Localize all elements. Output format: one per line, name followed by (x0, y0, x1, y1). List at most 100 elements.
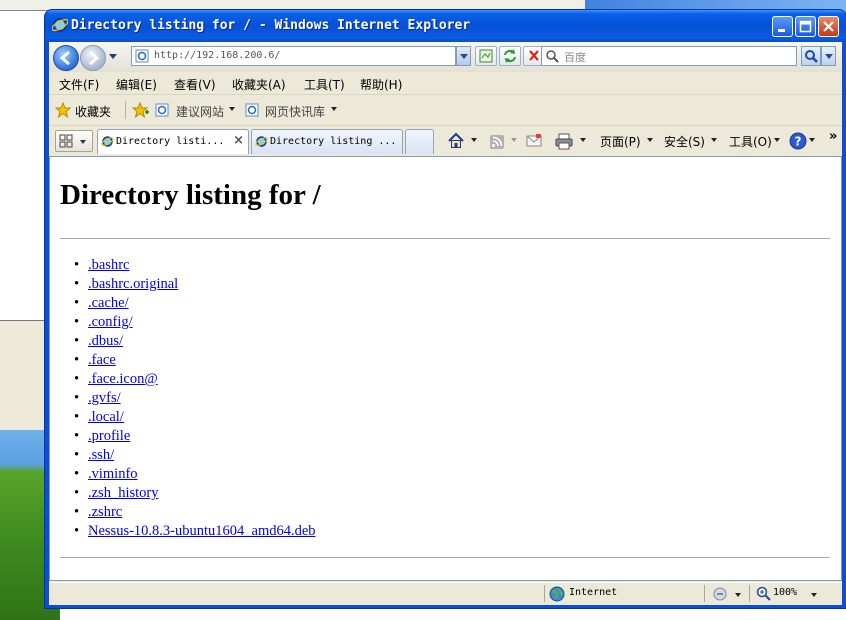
safety-menu[interactable]: 安全(S) (664, 133, 705, 150)
forward-button[interactable] (80, 45, 106, 71)
chevron-right-icon[interactable]: » (829, 129, 837, 144)
file-link[interactable]: .config/ (88, 314, 133, 330)
divider (60, 557, 830, 558)
chevron-down-icon[interactable] (580, 138, 586, 142)
chevron-down-icon[interactable] (774, 138, 780, 142)
title-bar[interactable]: Directory listing for / - Windows Intern… (45, 10, 846, 42)
chevron-down-icon[interactable] (809, 138, 815, 142)
ie-logo-icon (255, 136, 268, 147)
close-icon (823, 21, 834, 32)
file-link[interactable]: Nessus-10.8.3-ubuntu1604_amd64.deb (88, 523, 316, 539)
close-button[interactable] (818, 16, 839, 37)
mail-icon[interactable] (526, 134, 542, 148)
list-item: .zshrc (74, 504, 316, 523)
list-item: .bashrc (74, 257, 316, 276)
file-link[interactable]: .face (88, 352, 116, 368)
web-slice-gallery-link[interactable]: 网页快讯库 (265, 103, 325, 120)
chevron-down-icon[interactable] (711, 138, 717, 142)
print-icon[interactable] (554, 132, 574, 150)
address-url[interactable]: http://192.168.200.6/ (154, 50, 280, 61)
star-icon (55, 102, 71, 118)
file-link[interactable]: .dbus/ (88, 333, 123, 349)
tab-bar: Directory listi... × Directory listing .… (49, 126, 842, 156)
list-item: .viminfo (74, 466, 316, 485)
list-item: .face (74, 352, 316, 371)
status-bar: Internet 100% (49, 582, 842, 605)
ie-window: Directory listing for / - Windows Intern… (45, 10, 846, 608)
chevron-down-icon[interactable] (229, 107, 235, 111)
list-item: .dbus/ (74, 333, 316, 352)
new-tab-button[interactable] (405, 129, 434, 154)
zoom-icon[interactable] (756, 586, 772, 602)
compat-icon (479, 49, 493, 63)
tab-2-label: Directory listing ... (270, 136, 397, 147)
protected-mode-icon[interactable] (712, 586, 730, 602)
file-link[interactable]: .ssh/ (88, 447, 114, 463)
menu-file[interactable]: 文件(F) (59, 76, 99, 93)
suggested-sites-link[interactable]: 建议网站 (176, 103, 224, 120)
home-icon[interactable] (447, 132, 465, 150)
file-link[interactable]: .gvfs/ (88, 390, 121, 406)
minimize-button[interactable] (772, 16, 793, 37)
file-link[interactable]: .bashrc.original (88, 276, 178, 292)
help-icon[interactable]: ? (789, 132, 807, 150)
chevron-down-icon[interactable] (735, 593, 741, 597)
quick-tabs-button[interactable] (55, 130, 93, 152)
status-separator (704, 585, 705, 602)
chevron-down-icon[interactable] (331, 107, 337, 111)
compatibility-view-button[interactable] (475, 46, 497, 66)
file-link[interactable]: .cache/ (88, 295, 129, 311)
file-link[interactable]: .profile (88, 428, 130, 444)
address-bar[interactable]: http://192.168.200.6/ (131, 46, 456, 66)
back-icon (59, 50, 70, 66)
feeds-icon[interactable] (489, 134, 505, 150)
search-options-dropdown[interactable] (821, 46, 836, 66)
tools-menu[interactable]: 工具(O) (729, 133, 772, 150)
ie-logo-icon (101, 136, 114, 147)
menu-help[interactable]: 帮助(H) (360, 76, 402, 93)
list-item: .zsh_history (74, 485, 316, 504)
browser-client: http://192.168.200.6/ 百度 文件(F) 编辑(E) 查看(… (49, 42, 842, 605)
file-link[interactable]: .zsh_history (88, 485, 158, 501)
status-separator (749, 585, 750, 602)
status-separator (544, 585, 545, 602)
chevron-down-icon (825, 54, 833, 59)
chevron-down-icon[interactable] (511, 138, 517, 142)
zoom-level[interactable]: 100% (773, 587, 797, 598)
search-input[interactable]: 百度 (564, 49, 586, 65)
tab-1[interactable]: Directory listi... × (97, 129, 249, 154)
menu-edit[interactable]: 编辑(E) (116, 76, 157, 93)
favorites-button[interactable]: 收藏夹 (75, 103, 111, 120)
recent-pages-dropdown[interactable] (109, 54, 117, 59)
chevron-down-icon[interactable] (647, 138, 653, 142)
menu-view[interactable]: 查看(V) (174, 76, 216, 93)
tab-2[interactable]: Directory listing ... (251, 129, 403, 154)
add-favorite-icon[interactable] (132, 102, 150, 118)
search-button[interactable] (801, 46, 821, 66)
chevron-down-icon[interactable] (471, 138, 477, 142)
page-icon (155, 103, 169, 117)
file-link[interactable]: .bashrc (88, 257, 129, 273)
back-button[interactable] (53, 45, 79, 71)
address-dropdown[interactable] (456, 46, 471, 66)
list-item: .config/ (74, 314, 316, 333)
refresh-button[interactable] (499, 46, 521, 66)
file-link[interactable]: .face.icon@ (88, 371, 158, 387)
file-link[interactable]: .viminfo (88, 466, 138, 482)
file-link[interactable]: .zshrc (88, 504, 122, 520)
chevron-down-icon[interactable] (811, 593, 817, 597)
search-icon (805, 50, 818, 63)
globe-icon (549, 586, 565, 602)
file-link[interactable]: .local/ (88, 409, 124, 425)
menu-tools[interactable]: 工具(T) (304, 76, 345, 93)
search-engine-icon (546, 50, 559, 63)
page-menu[interactable]: 页面(P) (600, 133, 641, 150)
menu-favorites[interactable]: 收藏夹(A) (232, 76, 286, 93)
search-box[interactable]: 百度 (541, 46, 797, 66)
maximize-button[interactable] (795, 16, 816, 37)
background-panel (0, 320, 50, 431)
page-heading: Directory listing for / (60, 179, 321, 211)
close-tab-icon[interactable]: × (233, 133, 244, 148)
forward-icon (89, 50, 100, 66)
refresh-icon (504, 49, 516, 63)
